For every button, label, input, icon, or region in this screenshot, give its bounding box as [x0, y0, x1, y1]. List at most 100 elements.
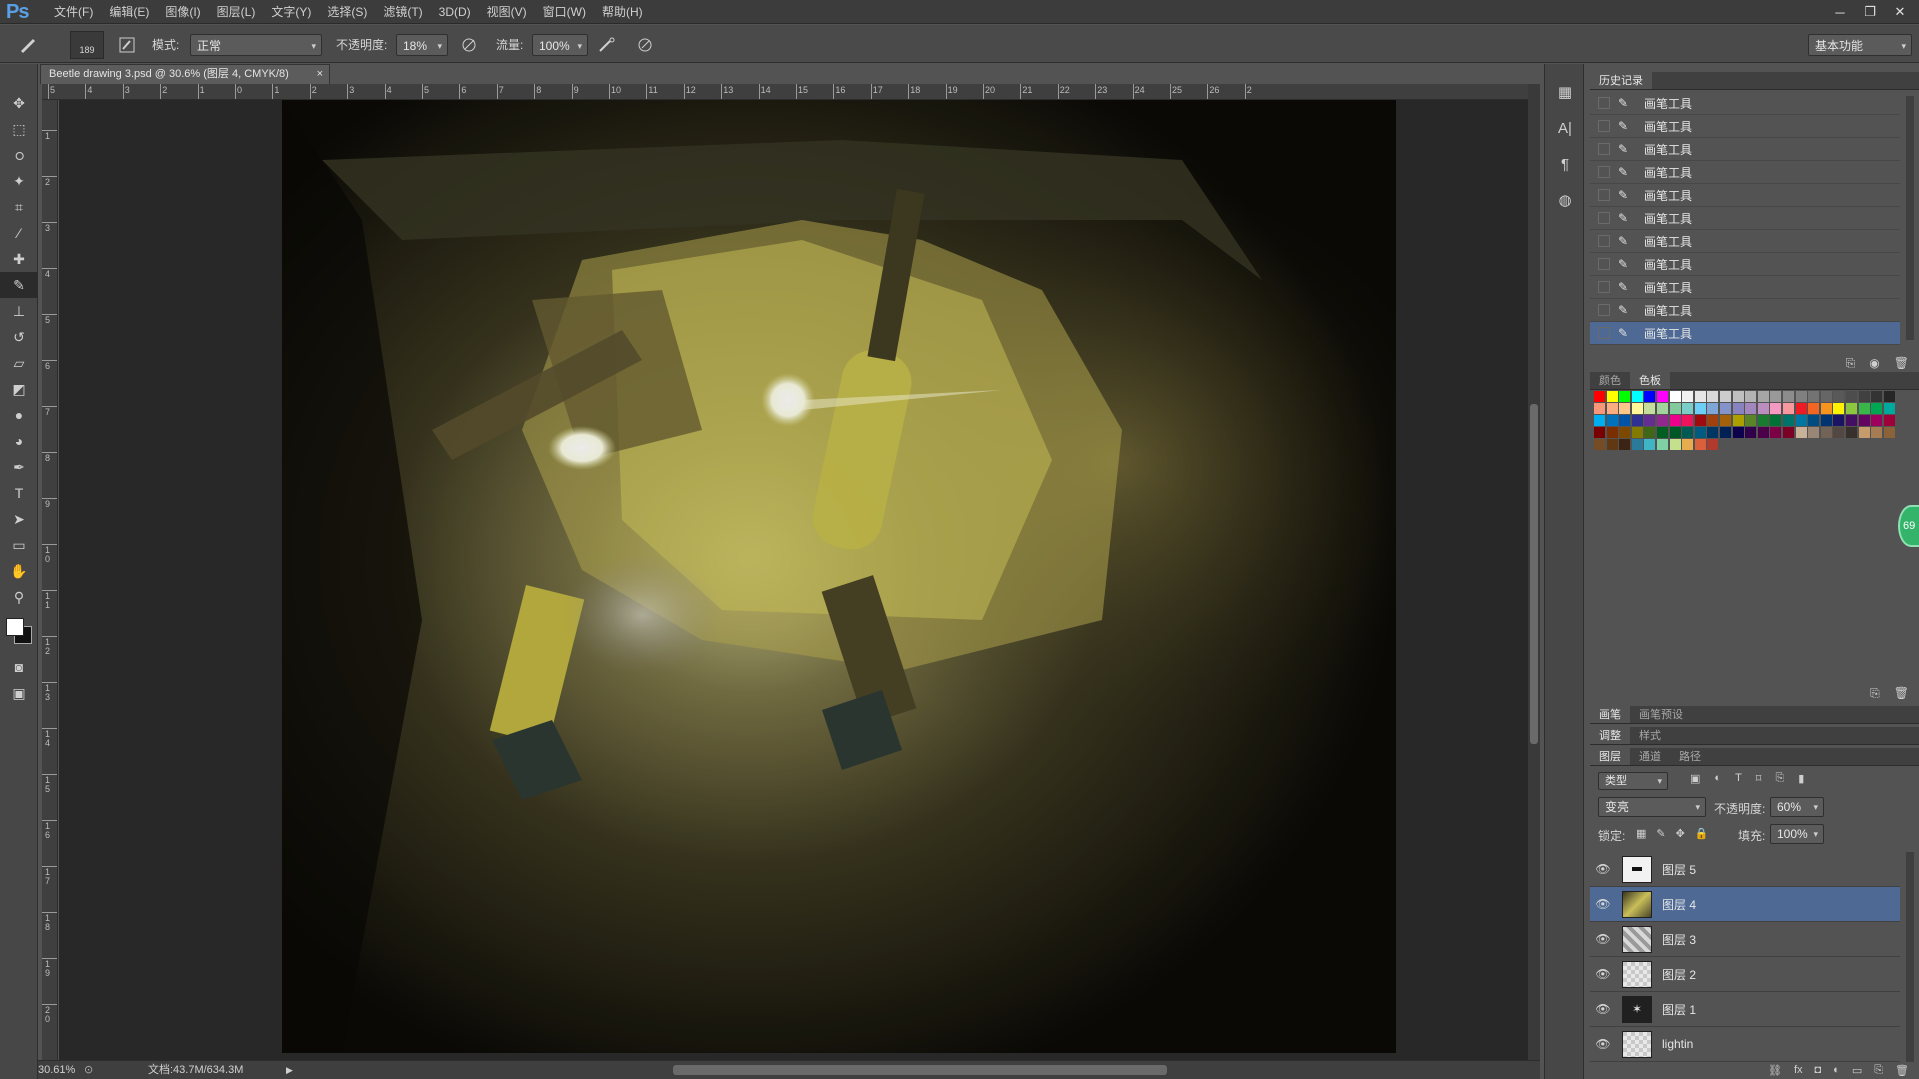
swatch[interactable] [1820, 415, 1832, 426]
swatch[interactable] [1657, 415, 1668, 426]
brush-tool-icon[interactable]: ✎ [0, 272, 38, 298]
restore-button[interactable]: ❐ [1855, 0, 1885, 24]
vertical-scrollbar[interactable] [1528, 84, 1540, 1060]
tab-paths[interactable]: 路径 [1670, 748, 1710, 765]
tab-channels[interactable]: 通道 [1630, 748, 1670, 765]
swatch[interactable] [1757, 415, 1769, 426]
swatch[interactable] [1594, 427, 1605, 438]
zoom-level[interactable]: 30.61% [38, 1061, 75, 1079]
visibility-eye-icon[interactable]: 👁 [1590, 1002, 1616, 1016]
delete-state-icon[interactable]: 🗑 [1894, 356, 1909, 371]
swatch[interactable] [1594, 439, 1605, 450]
layer-style-icon[interactable]: fx [1794, 1064, 1803, 1077]
visibility-eye-icon[interactable]: 👁 [1590, 967, 1616, 981]
brush-size-picker[interactable]: 189 [70, 31, 104, 59]
swatch[interactable] [1707, 391, 1719, 402]
swatch[interactable] [1644, 439, 1656, 450]
menu-layer[interactable]: 图层(L) [209, 0, 264, 24]
history-item[interactable]: ✎ 画笔工具 [1590, 207, 1900, 230]
swatch[interactable] [1883, 415, 1895, 426]
hand-tool-icon[interactable]: ✋ [0, 558, 38, 584]
menu-edit[interactable]: 编辑(E) [101, 0, 157, 24]
swatch[interactable] [1720, 403, 1731, 414]
history-item[interactable]: ✎ 画笔工具 [1590, 138, 1900, 161]
pen-tool-icon[interactable]: ✒ [0, 454, 38, 480]
swatch[interactable] [1732, 415, 1744, 426]
document-tab[interactable]: Beetle drawing 3.psd @ 30.6% (图层 4, CMYK… [40, 64, 330, 84]
swatch[interactable] [1770, 427, 1782, 438]
swatch[interactable] [1757, 391, 1769, 402]
history-scrollbar[interactable] [1906, 96, 1914, 340]
swatch[interactable] [1644, 403, 1656, 414]
layer-row[interactable]: 👁 图层 5 [1590, 852, 1900, 887]
swatch[interactable] [1631, 391, 1643, 402]
foreground-color-swatch[interactable] [6, 618, 24, 636]
swatch[interactable] [1720, 415, 1731, 426]
menu-image[interactable]: 图像(I) [157, 0, 208, 24]
delete-swatch-icon[interactable]: 🗑 [1894, 686, 1909, 701]
eraser-tool-icon[interactable]: ▱ [0, 350, 38, 376]
swatch[interactable] [1808, 391, 1820, 402]
visibility-eye-icon[interactable]: 👁 [1590, 862, 1616, 876]
visibility-eye-icon[interactable]: 👁 [1590, 897, 1616, 911]
swatch[interactable] [1858, 403, 1870, 414]
swatch[interactable] [1858, 391, 1870, 402]
swatch[interactable] [1883, 403, 1895, 414]
swatch[interactable] [1682, 415, 1694, 426]
swatch[interactable] [1606, 391, 1618, 402]
type-tool-icon[interactable]: T [0, 480, 38, 506]
swatch[interactable] [1871, 403, 1883, 414]
workspace-select[interactable]: 基本功能 [1808, 34, 1912, 57]
visibility-eye-icon[interactable]: 👁 [1590, 932, 1616, 946]
status-info-icon[interactable]: ⊙ [84, 1061, 93, 1079]
menu-file[interactable]: 文件(F) [46, 0, 101, 24]
swatch[interactable] [1707, 415, 1719, 426]
swatch[interactable] [1808, 403, 1820, 414]
filter-type-icon[interactable]: T [1735, 772, 1742, 785]
paragraph-panel-icon[interactable]: ¶ [1545, 146, 1585, 182]
swatch[interactable] [1858, 427, 1870, 438]
canvas-area[interactable] [59, 100, 1538, 1060]
history-item[interactable]: ✎ 画笔工具 [1590, 253, 1900, 276]
tab-color[interactable]: 颜色 [1590, 372, 1630, 389]
rectangle-tool-icon[interactable]: ▭ [0, 532, 38, 558]
tab-layers[interactable]: 图层 [1590, 748, 1630, 765]
adjustment-layer-icon[interactable]: ◐ [1833, 1064, 1840, 1077]
history-item[interactable]: ✎ 画笔工具 [1590, 115, 1900, 138]
blend-mode-select[interactable]: 变亮 [1598, 797, 1706, 817]
close-button[interactable]: ✕ [1885, 0, 1915, 24]
filter-pixel-icon[interactable]: ▣ [1690, 772, 1700, 785]
layer-row[interactable]: 👁 lightin [1590, 1027, 1900, 1062]
healing-brush-tool-icon[interactable]: ✚ [0, 246, 38, 272]
swatch[interactable] [1720, 391, 1731, 402]
lasso-tool-icon[interactable]: ഠ [0, 142, 38, 168]
swatch[interactable] [1644, 415, 1656, 426]
swatches-grid[interactable] [1594, 391, 1912, 467]
lock-all-icon[interactable]: 🔒 [1695, 827, 1709, 840]
paint-bucket-tool-icon[interactable]: ◩ [0, 376, 38, 402]
swatch[interactable] [1657, 391, 1668, 402]
swatch[interactable] [1858, 415, 1870, 426]
swatch[interactable] [1619, 439, 1631, 450]
screen-mode-icon[interactable]: ▣ [0, 680, 38, 706]
tab-history[interactable]: 历史记录 [1590, 72, 1652, 89]
clone-stamp-tool-icon[interactable]: ⊥ [0, 298, 38, 324]
swatch[interactable] [1594, 403, 1605, 414]
tab-brush[interactable]: 画笔 [1590, 706, 1630, 723]
swatch[interactable] [1820, 403, 1832, 414]
layer-row-selected[interactable]: 👁 图层 4 [1590, 887, 1900, 922]
brush-tool-preset-icon[interactable] [18, 34, 40, 56]
swatch[interactable] [1883, 427, 1895, 438]
layer-row[interactable]: 👁 图层 2 [1590, 957, 1900, 992]
layer-filter-select[interactable]: 类型 [1598, 772, 1668, 790]
swatch[interactable] [1619, 403, 1631, 414]
artwork-canvas[interactable] [282, 100, 1396, 1053]
crop-tool-icon[interactable]: ⌗ [0, 194, 38, 220]
delete-layer-icon[interactable]: 🗑 [1895, 1064, 1909, 1077]
swatch[interactable] [1757, 403, 1769, 414]
swatch[interactable] [1745, 403, 1757, 414]
filter-shape-icon[interactable]: ⌑ [1756, 772, 1762, 785]
eyedropper-tool-icon[interactable]: ⁄ [0, 220, 38, 246]
swatch[interactable] [1682, 391, 1694, 402]
filter-toggle-icon[interactable]: ▮ [1798, 772, 1804, 785]
